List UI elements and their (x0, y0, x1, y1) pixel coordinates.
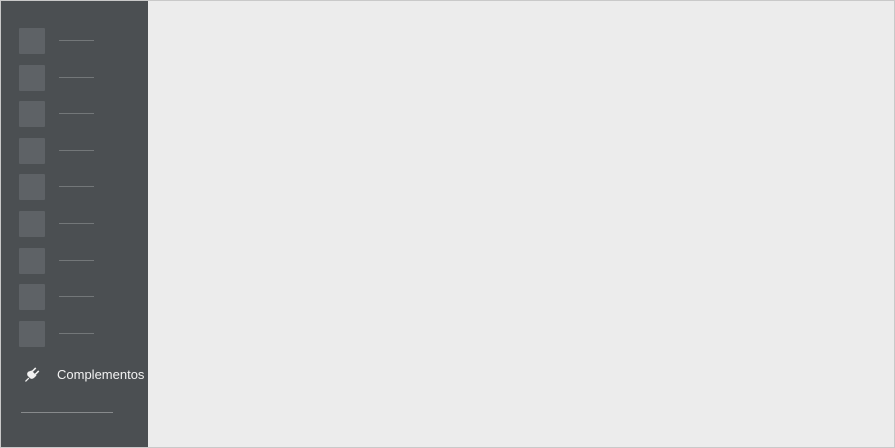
sidebar-placeholder-item[interactable] (19, 321, 129, 347)
sidebar-placeholder-item[interactable] (19, 211, 129, 237)
placeholder-icon (19, 284, 45, 310)
placeholder-icon (19, 321, 45, 347)
placeholder-icon (19, 28, 45, 54)
sidebar: Complementos (1, 1, 148, 447)
placeholder-label-line (59, 150, 94, 151)
plug-icon (19, 361, 45, 387)
placeholder-icon (19, 65, 45, 91)
sidebar-divider (21, 412, 113, 413)
placeholder-label-line (59, 40, 94, 41)
sidebar-placeholder-item[interactable] (19, 101, 129, 127)
sidebar-placeholder-item[interactable] (19, 65, 129, 91)
main-content (148, 1, 894, 447)
sidebar-placeholder-item[interactable] (19, 28, 129, 54)
placeholder-label-line (59, 223, 94, 224)
sidebar-item-label: Complementos (57, 366, 145, 382)
placeholder-label-line (59, 260, 94, 261)
app-window: Complementos (0, 0, 895, 448)
sidebar-placeholder-item[interactable] (19, 174, 129, 200)
sidebar-placeholder-item[interactable] (19, 284, 129, 310)
sidebar-placeholder-item[interactable] (19, 248, 129, 274)
placeholder-label-line (59, 77, 94, 78)
placeholder-label-line (59, 333, 94, 334)
sidebar-item-addons[interactable]: Complementos (19, 360, 145, 388)
sidebar-placeholder-item[interactable] (19, 138, 129, 164)
placeholder-label-line (59, 113, 94, 114)
placeholder-icon (19, 248, 45, 274)
placeholder-icon (19, 174, 45, 200)
placeholder-icon (19, 101, 45, 127)
placeholder-icon (19, 211, 45, 237)
placeholder-label-line (59, 296, 94, 297)
placeholder-icon (19, 138, 45, 164)
placeholder-label-line (59, 186, 94, 187)
